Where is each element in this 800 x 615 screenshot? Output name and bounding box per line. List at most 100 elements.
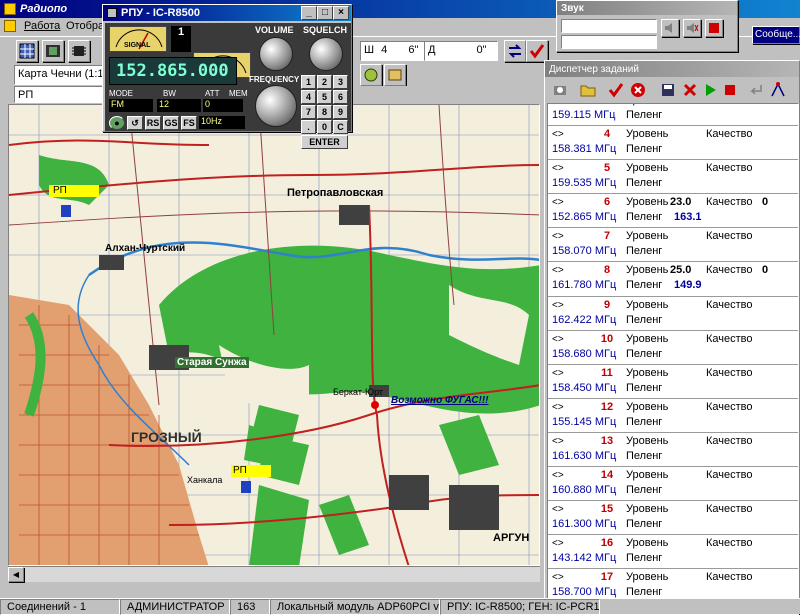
sound-field-1[interactable] bbox=[561, 19, 657, 33]
coord-field-lat[interactable]: Ш 4 6" bbox=[360, 41, 430, 61]
task-expand-icon[interactable]: <> bbox=[552, 265, 564, 276]
task-expand-icon[interactable]: <> bbox=[552, 104, 564, 106]
rp-select-value: РП bbox=[18, 89, 34, 101]
squelch-knob[interactable] bbox=[309, 37, 343, 71]
return-icon[interactable] bbox=[745, 79, 767, 101]
speaker-icon[interactable] bbox=[661, 19, 679, 37]
stop-task-icon[interactable] bbox=[719, 79, 741, 101]
task-expand-icon[interactable]: <> bbox=[552, 300, 564, 311]
keypad-key-10[interactable]: 0 bbox=[317, 120, 332, 134]
messages-button[interactable]: Сообще... bbox=[752, 26, 800, 44]
route-icon[interactable] bbox=[767, 79, 789, 101]
mode-select[interactable]: FM bbox=[109, 99, 153, 112]
keypad-key-0[interactable]: 1 bbox=[301, 75, 316, 89]
task-expand-icon[interactable]: <> bbox=[552, 538, 564, 549]
task-row[interactable]: <> 10 158.680 МГц Уровень Пеленг Качество bbox=[548, 330, 798, 365]
keypad-key-6[interactable]: 7 bbox=[301, 105, 316, 119]
mute-speaker-icon[interactable] bbox=[683, 19, 701, 37]
chip-icon[interactable] bbox=[68, 40, 90, 62]
sound-field-2[interactable] bbox=[561, 35, 657, 49]
map-select[interactable]: Карта Чечни (1:100 bbox=[14, 65, 104, 85]
task-expand-icon[interactable]: <> bbox=[552, 334, 564, 345]
task-quality-value: 0 bbox=[762, 196, 769, 209]
task-row[interactable]: <> 5 159.535 МГц Уровень Пеленг Качество bbox=[548, 160, 798, 195]
film-icon[interactable] bbox=[42, 40, 64, 62]
task-expand-icon[interactable]: <> bbox=[552, 231, 564, 242]
frequency-dial[interactable] bbox=[255, 85, 297, 127]
step-select[interactable]: 10Hz bbox=[199, 116, 245, 129]
radio-minimize-button[interactable]: _ bbox=[301, 6, 317, 20]
keypad-key-8[interactable]: 9 bbox=[333, 105, 348, 119]
task-expand-icon[interactable]: <> bbox=[552, 129, 564, 140]
menu-icon[interactable] bbox=[4, 20, 16, 32]
task-row[interactable]: <> 16 143.142 МГц Уровень Пеленг Качество bbox=[548, 535, 798, 570]
bw-select[interactable]: 12 bbox=[157, 99, 201, 112]
task-expand-icon[interactable]: <> bbox=[552, 470, 564, 481]
rs-button[interactable]: RS bbox=[145, 116, 161, 130]
task-row[interactable]: <> 4 158.381 МГц Уровень Пеленг Качество bbox=[548, 126, 798, 161]
menu-item-work[interactable]: Работа bbox=[24, 20, 60, 32]
task-row[interactable]: <>3159.115 МГцУровеньПеленгКачество bbox=[548, 104, 798, 127]
task-expand-icon[interactable]: <> bbox=[552, 436, 564, 447]
rp-marker-label-1: РП bbox=[53, 185, 67, 196]
task-quality-label: Качество bbox=[706, 230, 753, 243]
map-view[interactable]: Петропавловская Алхан-Чуртский Старая Су… bbox=[8, 104, 540, 566]
task-row[interactable]: <> 6 152.865 МГц Уровень 23.0 Пеленг 163.1 Каче… bbox=[548, 194, 798, 229]
task-expand-icon[interactable]: <> bbox=[552, 572, 564, 583]
poi-marker[interactable] bbox=[371, 401, 379, 409]
power-button[interactable]: ● bbox=[109, 116, 125, 130]
keypad-key-11[interactable]: C bbox=[333, 120, 348, 134]
mem-label: MEM bbox=[229, 89, 248, 98]
open-folder-icon[interactable] bbox=[577, 79, 599, 101]
enter-button[interactable]: ENTER bbox=[301, 135, 348, 149]
keypad-key-3[interactable]: 4 bbox=[301, 90, 316, 104]
save-icon[interactable] bbox=[657, 79, 679, 101]
volume-knob[interactable] bbox=[259, 37, 293, 71]
task-row[interactable]: <> 7 158.070 МГц Уровень Пеленг Качество bbox=[548, 228, 798, 263]
play-icon[interactable] bbox=[699, 79, 721, 101]
checkmark-icon[interactable] bbox=[526, 40, 548, 62]
task-bearing-label: Пеленг bbox=[626, 449, 663, 462]
scroll-left-icon[interactable]: ◀ bbox=[8, 567, 24, 582]
task-expand-icon[interactable]: <> bbox=[552, 402, 564, 413]
task-row[interactable]: <> 14 160.880 МГц Уровень Пеленг Качество bbox=[548, 467, 798, 502]
radio-close-button[interactable]: × bbox=[333, 6, 349, 20]
task-row[interactable]: <> 15 161.300 МГц Уровень Пеленг Качество bbox=[548, 501, 798, 536]
cancel-icon[interactable] bbox=[627, 79, 649, 101]
confirm-icon[interactable] bbox=[605, 79, 627, 101]
task-expand-icon[interactable]: <> bbox=[552, 504, 564, 515]
task-row[interactable]: <> 11 158.450 МГц Уровень Пеленг Качество bbox=[548, 364, 798, 399]
keypad-key-2[interactable]: 3 bbox=[333, 75, 348, 89]
task-settings-icon[interactable] bbox=[549, 79, 571, 101]
task-quality-label: Качество bbox=[706, 162, 753, 175]
stop-icon[interactable] bbox=[705, 19, 723, 37]
radio-maximize-button[interactable]: □ bbox=[317, 6, 333, 20]
task-row[interactable]: <> 9 162.422 МГц Уровень Пеленг Качество bbox=[548, 296, 798, 331]
keypad-key-5[interactable]: 6 bbox=[333, 90, 348, 104]
task-list[interactable]: <>3159.115 МГцУровеньПеленгКачество<>415… bbox=[547, 103, 799, 615]
scan-icon[interactable]: ↺ bbox=[127, 116, 143, 130]
task-row[interactable]: <> 13 161.630 МГц Уровень Пеленг Качество bbox=[548, 432, 798, 468]
keypad-key-1[interactable]: 2 bbox=[317, 75, 332, 89]
map-horizontal-scrollbar[interactable]: ◀ bbox=[8, 566, 540, 582]
delete-icon[interactable] bbox=[679, 79, 701, 101]
task-row[interactable]: <> 8 161.780 МГц Уровень 25.0 Пеленг 149.9 Каче… bbox=[548, 262, 798, 297]
rp-select[interactable]: РП bbox=[14, 86, 104, 103]
map-tool-icon[interactable] bbox=[360, 64, 382, 86]
swap-icon[interactable] bbox=[504, 40, 526, 62]
keypad-key-4[interactable]: 5 bbox=[317, 90, 332, 104]
layers-icon[interactable] bbox=[384, 64, 406, 86]
task-expand-icon[interactable]: <> bbox=[552, 197, 564, 208]
coord-field-lon[interactable]: Д 0" bbox=[424, 41, 498, 61]
task-expand-icon[interactable]: <> bbox=[552, 368, 564, 379]
task-expand-icon[interactable]: <> bbox=[552, 163, 564, 174]
att-select[interactable]: 0 bbox=[203, 99, 243, 112]
fs-button[interactable]: FS bbox=[181, 116, 197, 130]
menu-item-view[interactable]: Отобра bbox=[66, 20, 104, 32]
grid-icon[interactable] bbox=[16, 40, 38, 62]
gs-button[interactable]: GS bbox=[163, 116, 179, 130]
keypad-key-7[interactable]: 8 bbox=[317, 105, 332, 119]
keypad-key-9[interactable]: . bbox=[301, 120, 316, 134]
task-level-value: 23.0 bbox=[670, 196, 692, 209]
task-row[interactable]: <> 12 155.145 МГц Уровень Пеленг Качество bbox=[548, 398, 798, 433]
